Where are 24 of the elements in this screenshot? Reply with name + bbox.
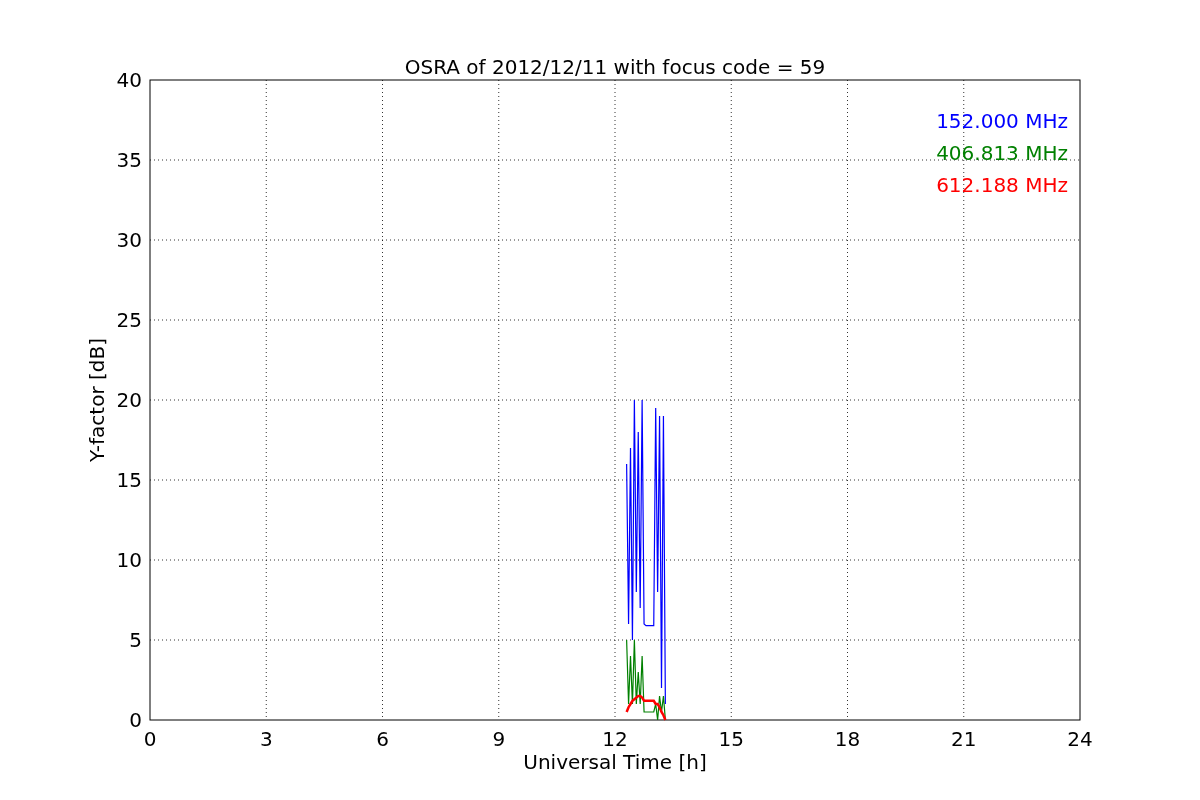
y-tick-label: 35: [116, 148, 142, 172]
x-tick-label: 9: [492, 727, 506, 751]
legend-entry: 152.000 MHz: [936, 109, 1068, 133]
chart-title: OSRA of 2012/12/11 with focus code = 59: [404, 55, 826, 79]
x-tick-label: 6: [376, 727, 389, 751]
legend-entry: 406.813 MHz: [936, 141, 1068, 165]
x-tick-label: 12: [602, 727, 628, 751]
y-tick-label: 20: [116, 388, 142, 412]
x-tick-label: 3: [259, 727, 273, 751]
x-tick-label: 21: [951, 727, 977, 751]
y-tick-label: 25: [116, 308, 142, 332]
y-tick-label: 0: [129, 708, 142, 732]
y-tick-label: 40: [116, 68, 142, 92]
y-tick-label: 30: [116, 228, 142, 252]
y-tick-label: 10: [116, 548, 142, 572]
x-axis-label: Universal Time [h]: [523, 750, 707, 774]
y-axis-label: Y-factor [dB]: [85, 338, 109, 462]
x-tick-label: 24: [1067, 727, 1093, 751]
legend-entry: 612.188 MHz: [936, 173, 1068, 197]
x-tick-label: 18: [834, 727, 861, 751]
y-tick-label: 15: [116, 468, 142, 492]
y-tick-label: 5: [129, 628, 142, 652]
x-tick-label: 0: [143, 727, 157, 751]
x-tick-label: 15: [718, 727, 744, 751]
